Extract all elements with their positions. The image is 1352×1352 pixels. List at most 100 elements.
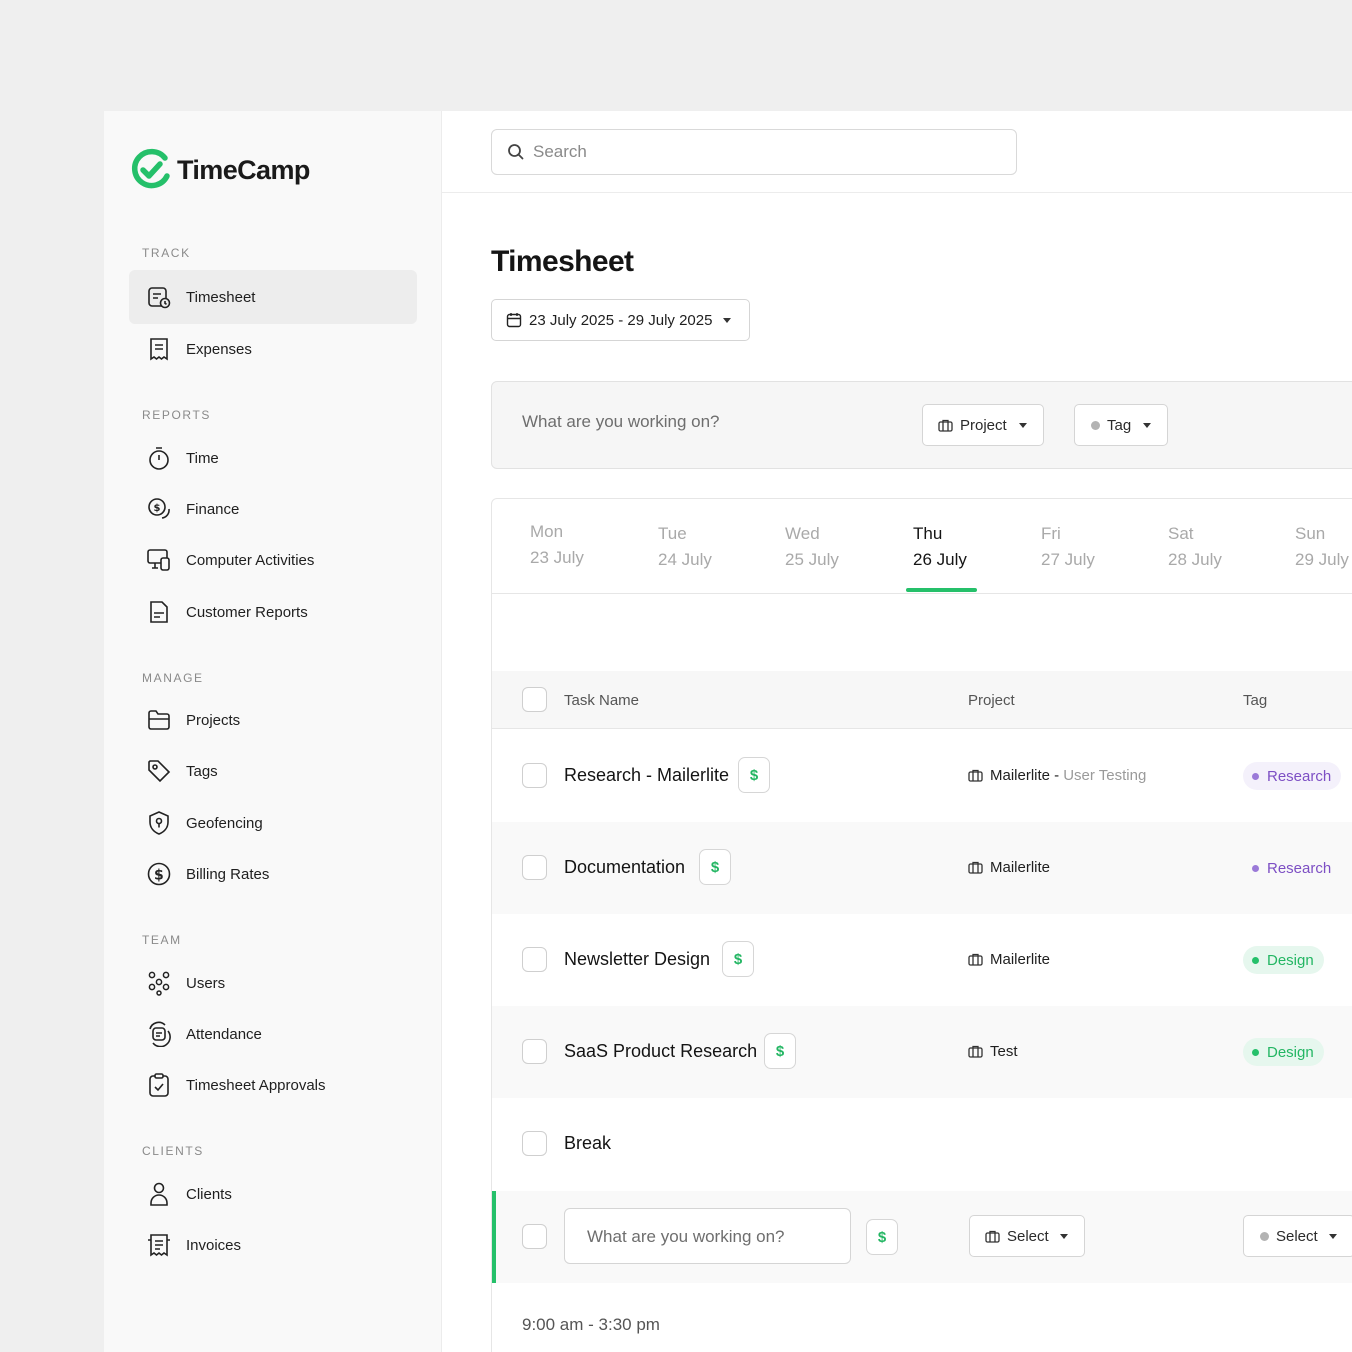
table-row[interactable]: Newsletter Design $ Mailerlite Design: [492, 914, 1352, 1006]
billable-toggle[interactable]: $: [722, 941, 754, 977]
tab-tue[interactable]: Tue 24 July: [658, 521, 712, 573]
search-box[interactable]: [491, 129, 1017, 175]
tab-mon[interactable]: Mon 23 July: [530, 519, 584, 571]
sidebar-item-tags[interactable]: Tags: [129, 744, 417, 798]
tab-wed[interactable]: Wed 25 July: [785, 521, 839, 573]
project-name: Mailerlite: [990, 951, 1051, 968]
billable-toggle[interactable]: $: [738, 757, 770, 793]
tag-badge-design[interactable]: Design: [1243, 946, 1324, 974]
day-date: 29 July: [1295, 550, 1349, 569]
sidebar-item-label: Tags: [186, 762, 218, 780]
tag-badge-design[interactable]: Design: [1243, 1038, 1324, 1066]
project-select-button[interactable]: Select: [969, 1215, 1085, 1257]
column-header-tag: Tag: [1243, 692, 1268, 709]
row-checkbox[interactable]: [522, 1039, 547, 1064]
row-checkbox[interactable]: [522, 1131, 547, 1156]
project-name: Mailerlite: [990, 859, 1051, 876]
project-subtask: User Testing: [1063, 767, 1147, 784]
day-tabs: Mon 23 July Tue 24 July Wed 25 July Thu 26 J…: [492, 499, 1352, 594]
sidebar-item-clients[interactable]: Clients: [129, 1167, 417, 1221]
tag-label: Design: [1267, 951, 1314, 969]
project-name: Mailerlite -: [990, 767, 1060, 784]
sidebar-item-projects[interactable]: Projects: [129, 693, 417, 747]
sidebar-item-label: Timesheet Approvals: [186, 1076, 326, 1094]
tag-label: Design: [1267, 1043, 1314, 1061]
tag-badge-research[interactable]: Research: [1243, 854, 1341, 882]
date-range-label: 23 July 2025 - 29 July 2025: [529, 311, 713, 329]
main-content: Timesheet 23 July 2025 - 29 July 2025 Pr…: [442, 193, 1352, 1352]
tag-badge-research[interactable]: Research: [1243, 762, 1342, 790]
table-row[interactable]: SaaS Product Research $ Test Design: [492, 1006, 1352, 1098]
sidebar-item-computer-activities[interactable]: Computer Activities: [129, 533, 417, 587]
day-date: 23 July: [530, 548, 584, 567]
sidebar-item-label: Computer Activities: [186, 551, 315, 569]
billable-toggle[interactable]: $: [699, 849, 731, 885]
sidebar-item-attendance[interactable]: Attendance: [129, 1007, 417, 1061]
sidebar-item-customer-reports[interactable]: Customer Reports: [129, 585, 417, 639]
row-checkbox[interactable]: [522, 947, 547, 972]
row-project[interactable]: Test: [968, 1043, 1018, 1060]
time-entry-bar: Project Tag: [491, 381, 1352, 469]
row-checkbox[interactable]: [522, 763, 547, 788]
tab-sat[interactable]: Sat 28 July: [1168, 521, 1222, 573]
app-window: TimeCamp TRACK Timesheet Expenses REPORT…: [104, 111, 1352, 1352]
project-select-button[interactable]: Project: [922, 404, 1044, 446]
search-input[interactable]: [533, 142, 993, 162]
sidebar-item-finance[interactable]: $ Finance: [129, 482, 417, 536]
briefcase-icon: [968, 1045, 983, 1058]
row-project[interactable]: Mailerlite: [968, 951, 1050, 968]
sidebar-item-label: Clients: [186, 1185, 232, 1203]
task-name: Research - Mailerlite: [564, 765, 730, 785]
devices-icon: [145, 546, 173, 574]
page-title: Timesheet: [491, 245, 634, 278]
sidebar-item-label: Time: [186, 449, 219, 467]
select-all-checkbox[interactable]: [522, 687, 547, 712]
task-name: Newsletter Design: [564, 949, 711, 969]
new-entry-row: $ Select Select: [492, 1191, 1352, 1283]
row-project[interactable]: Mailerlite: [968, 859, 1050, 876]
sidebar-item-time[interactable]: Time: [129, 431, 417, 485]
sidebar-item-geofencing[interactable]: Geofencing: [129, 796, 417, 850]
dollar-circle-icon: $: [145, 860, 173, 888]
tag-select-button[interactable]: Tag: [1074, 404, 1168, 446]
new-task-input[interactable]: [587, 1227, 837, 1247]
day-name: Tue: [658, 524, 687, 543]
invoice-icon: [145, 1231, 173, 1259]
timecamp-logo-icon: [132, 148, 170, 189]
task-description-input[interactable]: [522, 412, 902, 432]
calendar-icon: [506, 313, 522, 328]
sidebar-item-users[interactable]: Users: [129, 956, 417, 1010]
day-name: Sun: [1295, 524, 1326, 543]
day-date: 24 July: [658, 550, 712, 569]
date-range-picker[interactable]: 23 July 2025 - 29 July 2025: [491, 299, 750, 341]
sidebar-item-invoices[interactable]: Invoices: [129, 1218, 417, 1272]
row-checkbox[interactable]: [522, 855, 547, 880]
timesheet-panel: Mon 23 July Tue 24 July Wed 25 July Thu 26 J…: [491, 498, 1352, 1352]
table-row[interactable]: Break: [492, 1098, 1352, 1190]
sidebar-item-timesheet[interactable]: Timesheet: [129, 270, 417, 324]
sidebar-item-timesheet-approvals[interactable]: Timesheet Approvals: [129, 1058, 417, 1112]
column-header-task: Task Name: [564, 692, 640, 709]
brand-name: TimeCamp: [177, 154, 310, 185]
briefcase-icon: [985, 1230, 1000, 1243]
new-task-field[interactable]: [564, 1208, 851, 1264]
row-project[interactable]: Mailerlite - User Testing: [968, 767, 1146, 784]
tab-thu[interactable]: Thu 26 July: [913, 521, 967, 573]
sidebar-item-billing-rates[interactable]: $ Billing Rates: [129, 847, 417, 901]
chevron-down-icon: [1018, 422, 1027, 428]
column-header-project: Project: [968, 692, 1015, 709]
tag-dot-icon: [1252, 1048, 1259, 1056]
section-label-manage: MANAGE: [142, 671, 204, 685]
sidebar-item-expenses[interactable]: Expenses: [129, 322, 417, 376]
tag-select-label: Select: [1276, 1227, 1318, 1245]
table-row[interactable]: Research - Mailerlite $ Mailerlite - Use…: [492, 730, 1352, 822]
tab-fri[interactable]: Fri 27 July: [1041, 521, 1095, 573]
tag-select-button[interactable]: Select: [1243, 1215, 1352, 1257]
table-row[interactable]: Documentation $ Mailerlite Research: [492, 822, 1352, 914]
day-date: 26 July: [913, 550, 967, 569]
logo[interactable]: TimeCamp: [129, 148, 310, 192]
billable-toggle[interactable]: $: [866, 1219, 898, 1255]
billable-toggle[interactable]: $: [764, 1033, 796, 1069]
tab-sun[interactable]: Sun 29 July: [1295, 521, 1349, 573]
row-checkbox[interactable]: [522, 1224, 547, 1249]
